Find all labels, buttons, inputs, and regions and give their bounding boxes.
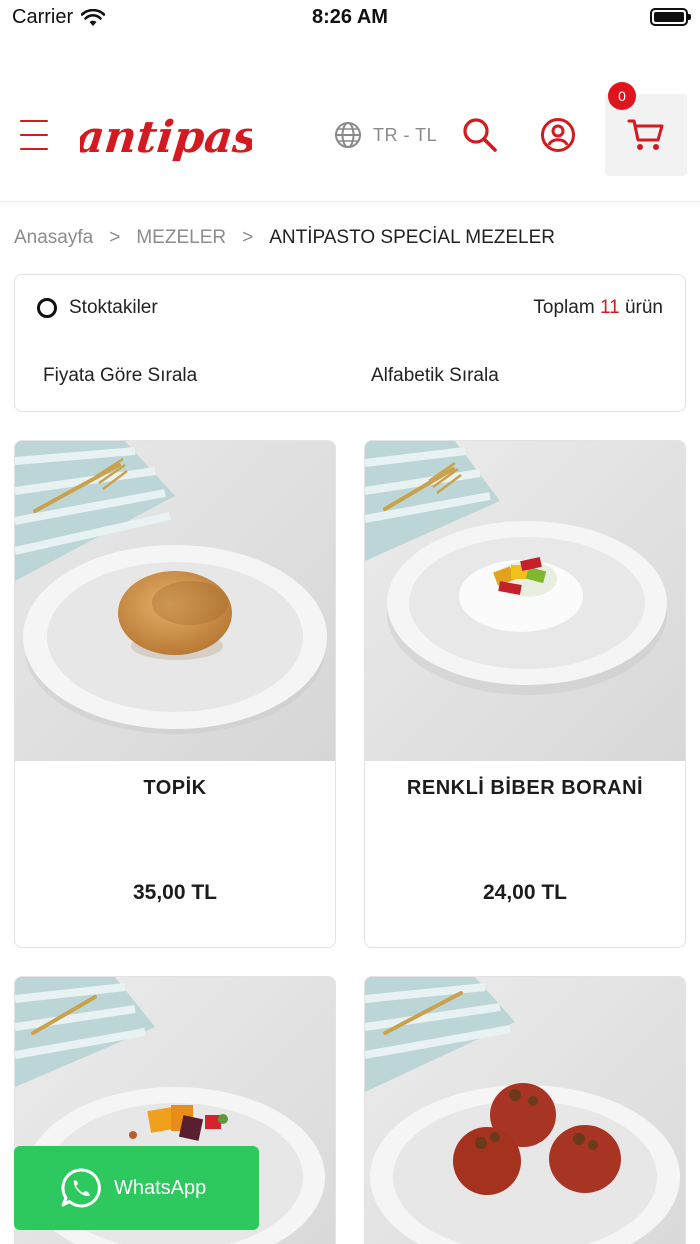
product-price: 35,00 TL [132,881,218,904]
total-suffix: ürün [624,297,663,318]
breadcrumb: Anasayfa > MEZELER > ANTİPASTO SPECİAL M… [14,227,555,249]
cart-icon [627,119,664,150]
product-card[interactable]: TOPİK 35,00 TL [14,440,336,948]
menu-icon-line [20,148,48,150]
antipasto-logo[interactable]: antipasto [80,82,252,182]
language-selector[interactable]: TR - TL [333,120,437,150]
in-stock-label[interactable]: Stoktakiler [69,297,158,319]
product-card[interactable] [364,976,686,1244]
status-time: 8:26 AM [312,6,388,28]
total-count: 11 [599,297,620,318]
breadcrumb-current: ANTİPASTO SPECİAL MEZELER [269,227,555,248]
sort-alphabetical-button[interactable]: Alfabetik Sırala [371,365,499,387]
product-image[interactable] [365,977,685,1244]
language-label: TR - TL [373,124,438,145]
search-icon [463,118,497,152]
in-stock-radio[interactable] [37,298,57,318]
product-image[interactable] [15,441,335,761]
product-price: 24,00 TL [482,881,568,904]
filter-panel: Stoktakiler Toplam 11 ürün Fiyata Göre S… [14,274,686,412]
product-image[interactable] [365,441,685,761]
whatsapp-label: WhatsApp [114,1176,207,1199]
total-prefix: Toplam [533,297,595,318]
whatsapp-icon [61,1168,101,1208]
product-name[interactable]: TOPİK [15,777,335,800]
account-button[interactable] [538,115,578,155]
whatsapp-button[interactable]: WhatsApp [14,1146,259,1230]
product-name[interactable]: RENKLİ BİBER BORANİ [365,777,685,800]
user-icon [541,118,575,152]
menu-icon-line [20,134,48,136]
app-header: antipasto TR - TL 0 [0,62,700,202]
menu-icon-line [20,120,48,122]
globe-icon [335,122,361,148]
battery-icon [650,8,691,26]
product-total: Toplam 11 ürün [533,297,663,319]
breadcrumb-category[interactable]: MEZELER [136,227,226,249]
search-button[interactable] [460,115,500,155]
breadcrumb-separator: > [242,227,254,248]
logo-text: antipasto [80,112,252,163]
sort-by-price-button[interactable]: Fiyata Göre Sırala [43,365,197,387]
cart-count-badge: 0 [608,82,636,110]
breadcrumb-separator: > [109,227,121,248]
breadcrumb-home[interactable]: Anasayfa [14,227,93,249]
status-bar: Carrier 8:26 AM [0,0,700,40]
menu-button[interactable] [20,120,48,150]
product-card[interactable]: RENKLİ BİBER BORANİ 24,00 TL [364,440,686,948]
